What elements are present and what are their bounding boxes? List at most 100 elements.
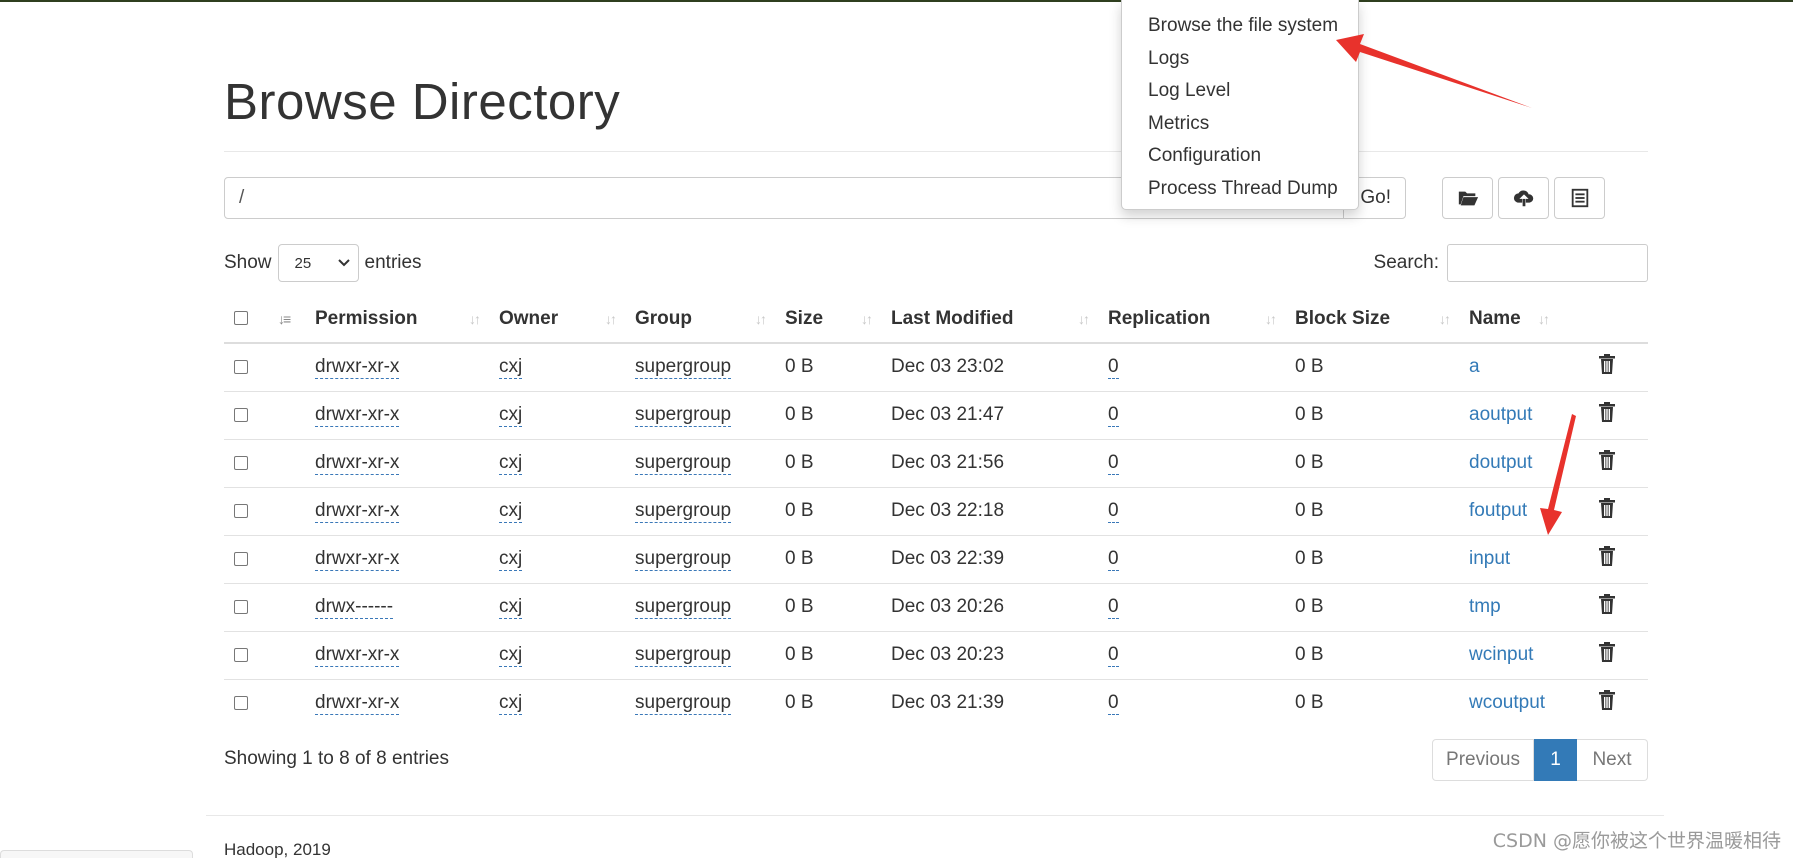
delete-cell — [1598, 342, 1648, 391]
delete-button[interactable] — [1598, 402, 1616, 427]
row-checkbox[interactable] — [234, 696, 248, 711]
delete-button[interactable] — [1598, 690, 1616, 715]
directory-name-link[interactable]: wcoutput — [1469, 692, 1545, 713]
permission-cell: drwxr-xr-x — [315, 486, 499, 535]
row-spacer-cell — [270, 582, 315, 631]
menu-item-log-level[interactable]: Log Level — [1122, 75, 1358, 108]
select-all-header — [224, 295, 270, 344]
replication-editable[interactable]: 0 — [1108, 692, 1119, 716]
next-page-button[interactable]: Next — [1577, 739, 1648, 781]
replication-editable[interactable]: 0 — [1108, 404, 1119, 427]
owner-cell: cxj — [499, 438, 635, 487]
permission-editable[interactable]: drwxr-xr-x — [315, 356, 400, 380]
column-size[interactable]: Size ↓↑ — [785, 295, 891, 344]
group-editable[interactable]: supergroup — [635, 404, 732, 427]
delete-button[interactable] — [1598, 498, 1616, 523]
sort-column-header[interactable]: ↓≡ — [270, 295, 315, 344]
permission-cell: drwxr-xr-x — [315, 342, 499, 391]
directory-name-link[interactable]: input — [1469, 548, 1510, 569]
replication-editable[interactable]: 0 — [1108, 644, 1119, 667]
sort-both-icon: ↓↑ — [755, 311, 767, 327]
replication-editable[interactable]: 0 — [1108, 596, 1119, 619]
size-cell: 0 B — [785, 342, 891, 391]
permission-editable[interactable]: drwxr-xr-x — [315, 500, 400, 523]
column-last-modified[interactable]: Last Modified ↓↑ — [891, 295, 1108, 344]
create-directory-button[interactable] — [1442, 177, 1493, 219]
delete-button[interactable] — [1598, 354, 1616, 379]
group-editable[interactable]: supergroup — [635, 596, 732, 619]
row-checkbox[interactable] — [234, 647, 248, 662]
column-group[interactable]: Group ↓↑ — [635, 295, 785, 344]
owner-editable[interactable]: cxj — [499, 644, 523, 667]
name-cell: tmp — [1469, 582, 1598, 631]
column-owner[interactable]: Owner ↓↑ — [499, 295, 635, 344]
last-modified-cell: Dec 03 21:39 — [891, 678, 1108, 727]
menu-item-process-thread-dump[interactable]: Process Thread Dump — [1122, 173, 1358, 206]
sort-both-icon: ↓↑ — [605, 311, 617, 327]
group-editable[interactable]: supergroup — [635, 356, 732, 380]
directory-name-link[interactable]: doutput — [1469, 452, 1532, 473]
directory-name-link[interactable]: tmp — [1469, 596, 1501, 617]
row-checkbox[interactable] — [234, 551, 248, 566]
replication-editable[interactable]: 0 — [1108, 500, 1119, 523]
group-editable[interactable]: supergroup — [635, 548, 732, 571]
owner-editable[interactable]: cxj — [499, 692, 523, 716]
permission-editable[interactable]: drwxr-xr-x — [315, 452, 400, 475]
menu-item-logs[interactable]: Logs — [1122, 43, 1358, 76]
menu-item-configuration[interactable]: Configuration — [1122, 140, 1358, 173]
column-permission[interactable]: Permission ↓↑ — [315, 295, 499, 344]
select-all-checkbox[interactable] — [234, 311, 248, 326]
owner-editable[interactable]: cxj — [499, 500, 523, 523]
delete-button[interactable] — [1598, 450, 1616, 475]
row-checkbox[interactable] — [234, 455, 248, 470]
delete-button[interactable] — [1598, 546, 1616, 571]
previous-page-button[interactable]: Previous — [1432, 739, 1534, 781]
permission-editable[interactable]: drwxr-xr-x — [315, 548, 400, 571]
replication-editable[interactable]: 0 — [1108, 548, 1119, 571]
row-checkbox[interactable] — [234, 503, 248, 518]
permission-editable[interactable]: drwxr-xr-x — [315, 692, 400, 716]
table-row: drwxr-xr-x cxj supergroup 0 B Dec 03 23:02 0 0… — [224, 342, 1648, 391]
row-spacer-cell — [270, 486, 315, 535]
upload-files-button[interactable] — [1498, 177, 1549, 219]
owner-editable[interactable]: cxj — [499, 404, 523, 427]
owner-editable[interactable]: cxj — [499, 356, 523, 380]
replication-editable[interactable]: 0 — [1108, 452, 1119, 475]
directory-name-link[interactable]: aoutput — [1469, 404, 1532, 425]
delete-button[interactable] — [1598, 642, 1616, 667]
permission-editable[interactable]: drwxr-xr-x — [315, 644, 400, 667]
owner-editable[interactable]: cxj — [499, 548, 523, 571]
group-editable[interactable]: supergroup — [635, 644, 732, 667]
owner-editable[interactable]: cxj — [499, 452, 523, 475]
column-replication[interactable]: Replication ↓↑ — [1108, 295, 1295, 344]
entries-per-page-select[interactable]: 25 — [277, 244, 359, 282]
directory-name-link[interactable]: wcinput — [1469, 644, 1533, 665]
row-checkbox[interactable] — [234, 599, 248, 614]
row-select-cell — [224, 582, 270, 631]
page-1-button[interactable]: 1 — [1534, 739, 1577, 781]
permission-cell: drwxr-xr-x — [315, 438, 499, 487]
group-cell: supergroup — [635, 342, 785, 391]
group-editable[interactable]: supergroup — [635, 692, 732, 716]
row-select-cell — [224, 630, 270, 679]
owner-editable[interactable]: cxj — [499, 596, 523, 619]
row-spacer-cell — [270, 630, 315, 679]
permission-cell: drwxr-xr-x — [315, 678, 499, 727]
row-checkbox[interactable] — [234, 407, 248, 422]
group-editable[interactable]: supergroup — [635, 500, 732, 523]
column-block-size[interactable]: Block Size ↓↑ — [1295, 295, 1469, 344]
replication-editable[interactable]: 0 — [1108, 356, 1119, 380]
directory-name-link[interactable]: foutput — [1469, 500, 1527, 521]
row-checkbox[interactable] — [234, 360, 248, 375]
permission-editable[interactable]: drwxr-xr-x — [315, 404, 400, 427]
column-name[interactable]: Name ↓↑ — [1469, 295, 1598, 344]
menu-item-metrics[interactable]: Metrics — [1122, 108, 1358, 141]
delete-button[interactable] — [1598, 594, 1616, 619]
directory-name-link[interactable]: a — [1469, 356, 1480, 377]
permission-editable[interactable]: drwx------ — [315, 596, 394, 619]
search-input[interactable] — [1447, 244, 1648, 282]
trash-icon — [1599, 354, 1615, 375]
group-editable[interactable]: supergroup — [635, 452, 732, 475]
cut-paste-button[interactable] — [1554, 177, 1605, 219]
menu-item-browse-file-system[interactable]: Browse the file system — [1122, 10, 1358, 43]
